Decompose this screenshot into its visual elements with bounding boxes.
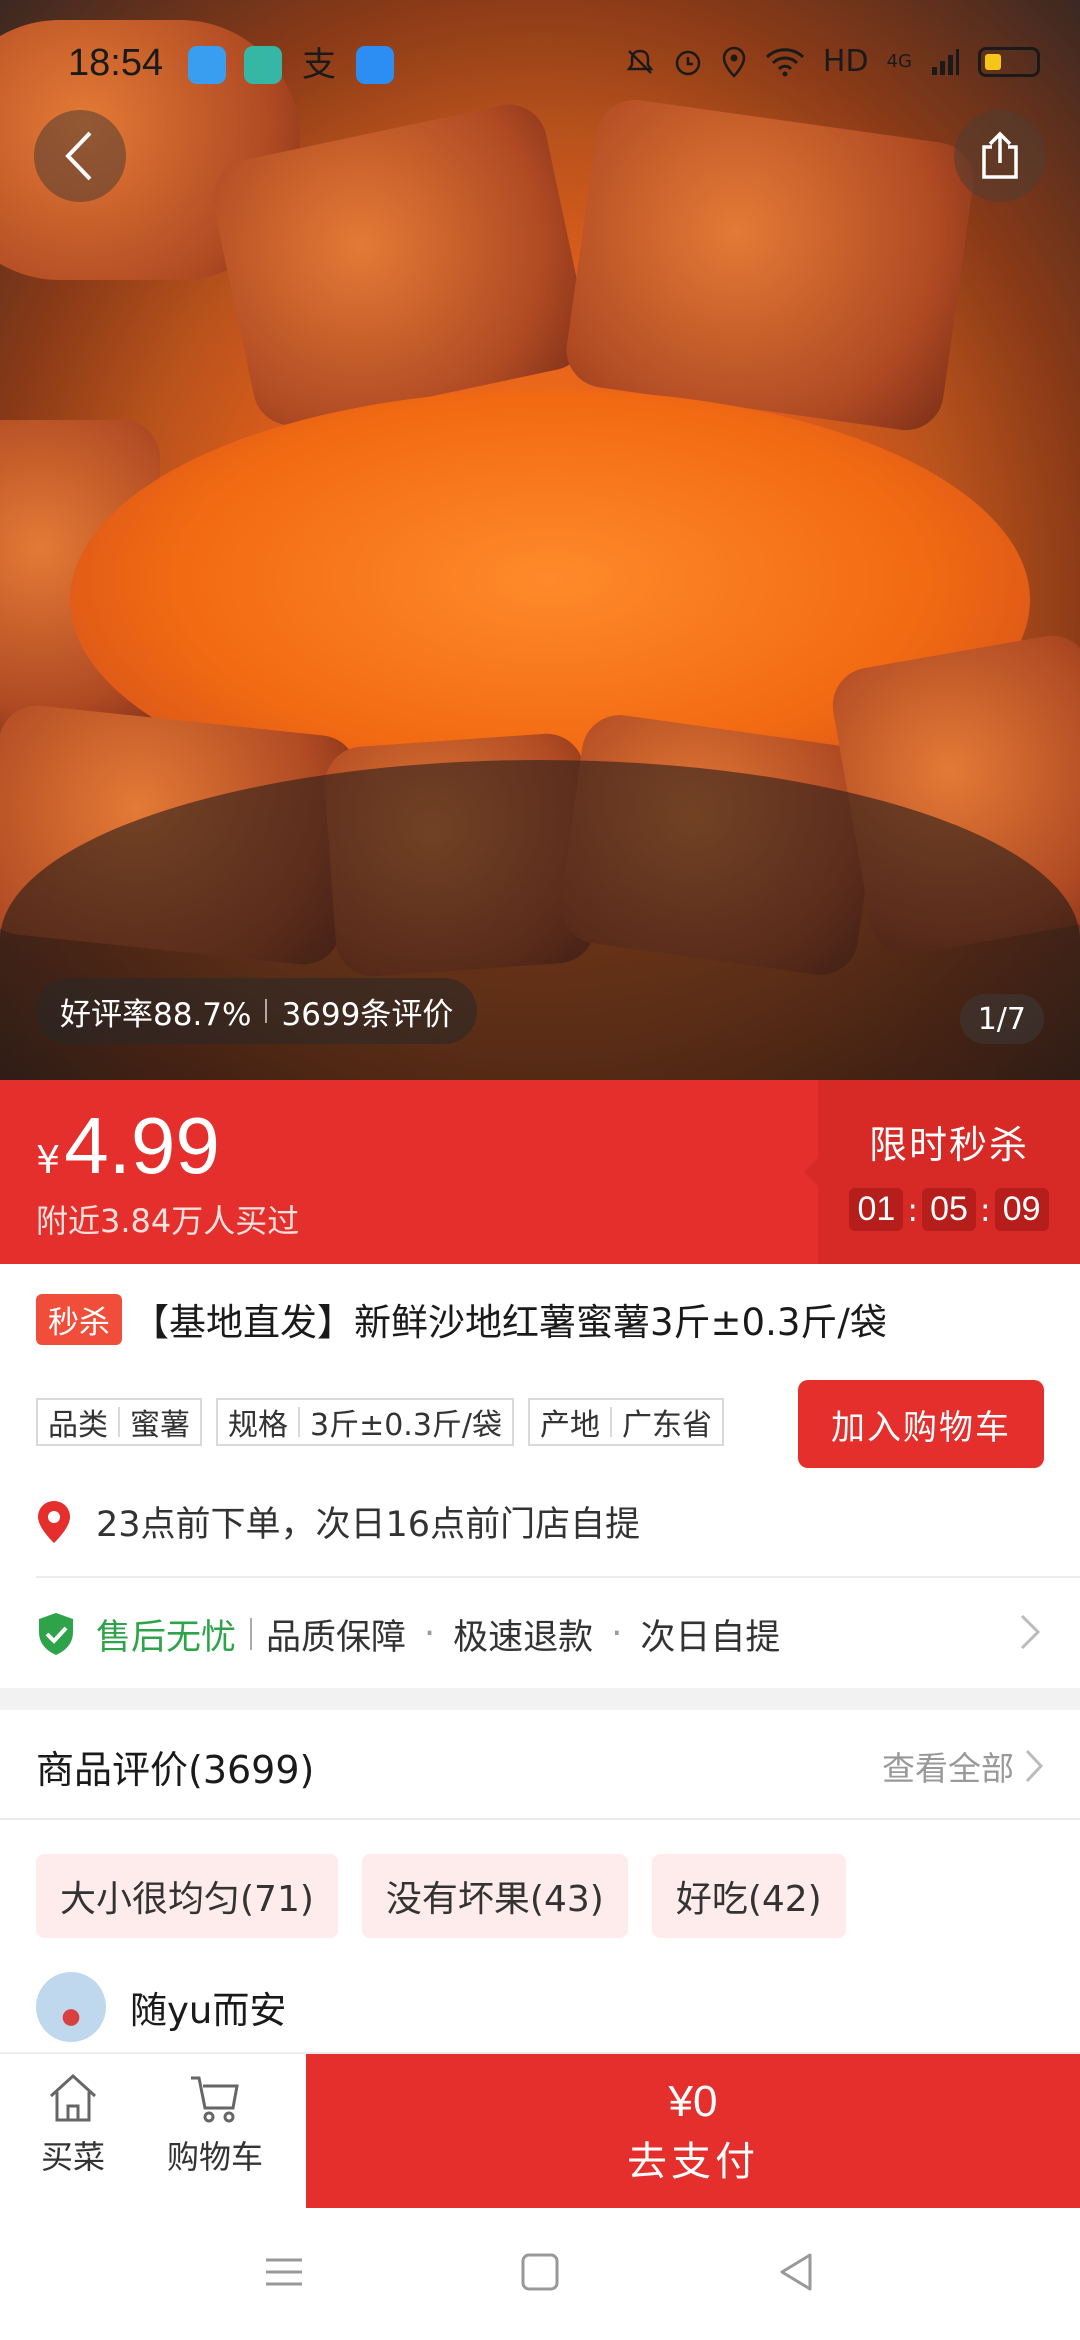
dot-separator: · — [611, 1614, 623, 1654]
separator — [265, 999, 268, 1023]
signal-icon — [932, 48, 959, 75]
chat-app-icon — [244, 46, 282, 84]
review-tags: 大小很均匀(71) 没有坏果(43) 好吃(42) — [36, 1854, 846, 1938]
reviewer: 随yu而安 — [36, 1972, 286, 2042]
countdown-seconds: 09 — [994, 1188, 1049, 1231]
rating-pill[interactable]: 好评率88.7% 3699条评价 — [36, 978, 478, 1044]
chevron-right-icon — [1020, 1614, 1041, 1650]
attribute-value: 广东省 — [622, 1408, 713, 1443]
cart-icon — [191, 2076, 239, 2123]
chevron-right-icon — [1025, 1749, 1044, 1783]
see-all-label: 查看全部 — [882, 1749, 1014, 1788]
after-sales-service-row[interactable]: 售后无忧 品质保障 · 极速退款 · 次日自提 — [36, 1600, 1044, 1668]
alarm-icon — [675, 50, 701, 75]
product-image[interactable]: 18:54 支 HD 4G 好评率88.7% 3699条评价 1/7 — [0, 0, 1080, 1080]
back-triangle-icon[interactable] — [776, 2252, 816, 2292]
price-block: ¥ 4.99 附近3.84万人买过 — [36, 1100, 299, 1242]
wifi-icon — [765, 47, 804, 76]
tab-cart[interactable]: 购物车 — [150, 2070, 280, 2178]
product-attributes: 品类 蜜薯 规格 3斤±0.3斤/袋 产地 广东省 — [36, 1398, 725, 1446]
review-tag[interactable]: 好吃(42) — [651, 1854, 846, 1938]
image-page-indicator: 1/7 — [959, 994, 1044, 1044]
divider — [0, 1818, 1080, 1820]
app-notification-icon — [356, 46, 394, 84]
share-button[interactable] — [954, 110, 1046, 202]
reviews-header: 商品评价(3699) 查看全部 — [36, 1736, 1044, 1796]
potato-piece — [561, 94, 979, 436]
tab-cart-label: 购物车 — [166, 2138, 263, 2176]
pickup-info: 23点前下单，次日16点前门店自提 — [36, 1496, 640, 1547]
review-tag[interactable]: 没有坏果(43) — [361, 1854, 628, 1938]
reviews-heading: 商品评价(3699) — [36, 1747, 315, 1792]
mute-icon — [626, 49, 654, 74]
attribute-key: 产地 — [540, 1408, 601, 1443]
avatar — [36, 1972, 106, 2042]
positive-rate: 好评率88.7% — [60, 996, 252, 1033]
countdown-minutes: 05 — [922, 1188, 976, 1231]
countdown-hours: 01 — [849, 1188, 904, 1231]
notification-icons: 支 — [188, 46, 394, 84]
alipay-app-icon: 支 — [302, 45, 336, 85]
price: ¥ 4.99 — [36, 1100, 299, 1192]
see-all-reviews-link[interactable]: 查看全部 — [882, 1742, 1044, 1790]
review-count: 3699条评价 — [281, 996, 454, 1033]
seckill-badge: 秒杀 — [36, 1293, 122, 1345]
attribute-value: 3斤±0.3斤/袋 — [310, 1408, 503, 1443]
reviewer-name: 随yu而安 — [130, 1989, 287, 2032]
checkout-label: 去支付 — [627, 2139, 759, 2185]
product-title-row: 秒杀 【基地直发】新鲜沙地红薯蜜薯3斤±0.3斤/袋 — [36, 1292, 1050, 1346]
price-bar: ¥ 4.99 附近3.84万人买过 限时秒杀 01 : 05 : 09 — [0, 1080, 1080, 1264]
flash-sale-title: 限时秒杀 — [868, 1123, 1029, 1167]
share-icon — [982, 131, 1018, 179]
attribute-spec: 规格 3斤±0.3斤/袋 — [216, 1398, 515, 1446]
flash-sale-panel: 限时秒杀 01 : 05 : 09 — [804, 1080, 1080, 1264]
service-divider — [250, 1618, 253, 1650]
pickup-text: 23点前下单，次日16点前门店自提 — [96, 1505, 641, 1545]
attribute-key: 规格 — [228, 1408, 288, 1443]
divider — [36, 1576, 1080, 1578]
cell-type: 4G — [886, 51, 912, 72]
timer-colon: : — [907, 1190, 919, 1229]
home-icon — [49, 2073, 97, 2122]
status-time: 18:54 — [68, 42, 164, 84]
attribute-category: 品类 蜜薯 — [36, 1398, 202, 1446]
location-icon — [722, 46, 746, 78]
review-tag[interactable]: 大小很均匀(71) — [36, 1854, 338, 1938]
browser-app-icon — [188, 46, 226, 84]
status-bar: 18:54 支 HD 4G — [0, 0, 1080, 130]
currency-symbol: ¥ — [36, 1138, 61, 1182]
bottom-action-bar: 买菜 购物车 ¥0 去支付 — [0, 2052, 1080, 2210]
countdown-timer: 01 : 05 : 09 — [818, 1188, 1080, 1231]
menu-icon[interactable] — [264, 2252, 304, 2292]
service-item: 极速退款 — [453, 1617, 594, 1658]
section-gap — [0, 1688, 1080, 1710]
shield-check-icon — [39, 1613, 73, 1655]
service-main: 售后无忧 — [96, 1617, 237, 1658]
service-item: 次日自提 — [640, 1617, 781, 1658]
attribute-key: 品类 — [48, 1408, 108, 1443]
product-title: 【基地直发】新鲜沙地红薯蜜薯3斤±0.3斤/袋 — [132, 1301, 887, 1344]
system-navigation-bar — [0, 2208, 1080, 2340]
price-amount: 4.99 — [64, 1101, 220, 1190]
home-square-icon[interactable] — [520, 2252, 560, 2292]
chevron-left-icon — [65, 131, 92, 181]
battery-icon — [978, 46, 1040, 77]
location-pin-icon — [38, 1500, 70, 1543]
service-item: 品质保障 — [266, 1617, 407, 1658]
timer-colon: : — [979, 1190, 991, 1229]
checkout-button[interactable]: ¥0 去支付 — [306, 2054, 1080, 2210]
bought-count: 附近3.84万人买过 — [36, 1202, 300, 1240]
attribute-origin: 产地 广东省 — [528, 1398, 725, 1446]
tab-home-label: 买菜 — [40, 2138, 105, 2176]
tab-home[interactable]: 买菜 — [8, 2070, 138, 2178]
network-type: HD — [822, 44, 869, 79]
attribute-value: 蜜薯 — [130, 1408, 190, 1443]
back-button[interactable] — [34, 110, 126, 202]
add-to-cart-button[interactable]: 加入购物车 — [798, 1380, 1044, 1468]
checkout-amount: ¥0 — [668, 2077, 718, 2126]
dot-separator: · — [424, 1614, 436, 1654]
status-right: HD 4G — [625, 44, 1040, 79]
